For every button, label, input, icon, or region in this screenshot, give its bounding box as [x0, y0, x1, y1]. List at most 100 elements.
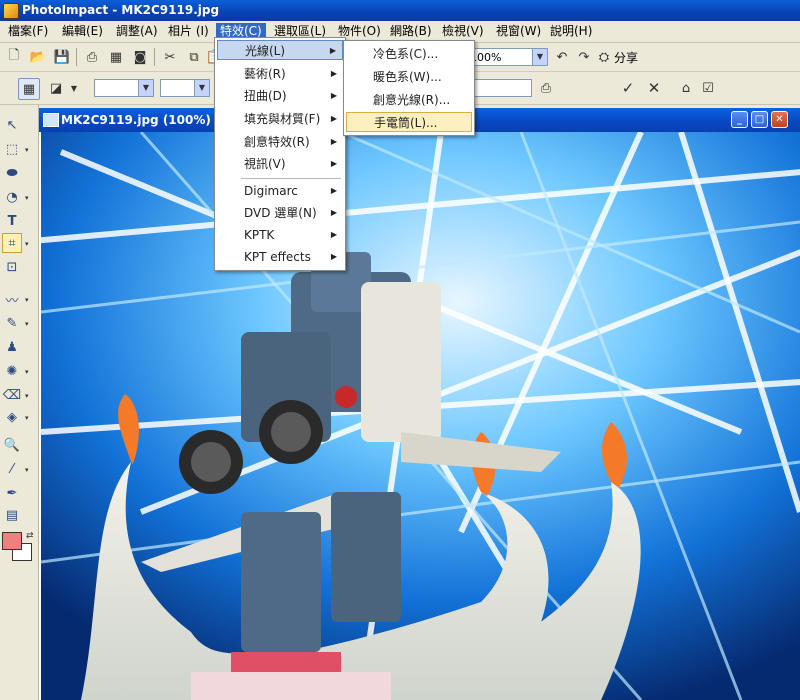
save-icon[interactable]: 💾 — [52, 47, 72, 67]
print-icon[interactable]: ⎙ — [536, 78, 556, 98]
copy-icon[interactable]: ⧉ — [184, 47, 204, 67]
mode-select[interactable] — [466, 79, 532, 97]
menu-item-kpt-effects[interactable]: KPT effects ▶ — [217, 247, 343, 267]
menu-web[interactable]: 網路(B) — [386, 23, 436, 40]
cut-icon[interactable]: ✂ — [160, 47, 180, 67]
menu-adjust[interactable]: 調整(A) — [112, 23, 162, 40]
submenu-item-warm[interactable]: 暖色系(W)... — [346, 67, 472, 87]
chevron-down-icon[interactable]: ▾ — [25, 414, 31, 422]
brush-icon[interactable]: ✎ — [2, 313, 22, 333]
share-icon[interactable]: ⛭ — [594, 47, 614, 67]
menu-help[interactable]: 說明(H) — [546, 23, 596, 40]
eyedropper-icon[interactable]: ⁄ — [2, 459, 22, 479]
close-button[interactable]: ✕ — [771, 111, 788, 128]
scan-icon[interactable]: ⎙ — [82, 47, 102, 67]
lighting-submenu: 冷色系(C)... 暖色系(W)... 創意光線(R)... 手電筒(L)... — [343, 40, 475, 136]
toolbar-separator — [76, 48, 77, 66]
foreground-color-swatch[interactable] — [2, 532, 22, 550]
grid-icon[interactable]: ▦ — [106, 47, 126, 67]
lighting-icon[interactable]: 〰 — [2, 289, 22, 309]
object-icon[interactable]: ▤ — [2, 505, 22, 525]
menu-item-digimarc[interactable]: Digimarc ▶ — [217, 181, 343, 201]
stepper-icon[interactable]: ▼ — [194, 80, 209, 96]
adjust-icon[interactable]: ⌂ — [676, 78, 696, 98]
menu-item-fill-texture[interactable]: 填充與材質(F) ▶ — [217, 109, 343, 129]
menu-item-label: 視訊(V) — [244, 157, 286, 171]
new-file-icon[interactable]: 🗋 — [4, 47, 24, 67]
menu-photo[interactable]: 相片 (I) — [164, 23, 213, 40]
width-input[interactable]: ▼ — [94, 79, 154, 97]
height-input[interactable]: ▼ — [160, 79, 210, 97]
tool-panel: ↖ ⬚ ▾ ⬬ ◔ ▾ T ⌗ ▾ ⊡ 〰 ▾ ✎ ▾ ♟ ✺ ▾ ⌫ ▾ ◈ … — [0, 105, 39, 700]
menu-file[interactable]: 檔案(F) — [4, 23, 52, 40]
toolbar-separator — [154, 48, 155, 66]
chevron-down-icon[interactable]: ▼ — [64, 78, 84, 98]
text-icon[interactable]: T — [2, 211, 22, 231]
crop-icon[interactable]: ⌗ — [2, 233, 22, 253]
app-icon[interactable] — [3, 3, 19, 19]
menu-item-label: KPT effects — [244, 250, 311, 264]
transform-icon[interactable]: ⊡ — [2, 257, 22, 277]
fill-icon[interactable]: ◈ — [2, 407, 22, 427]
chevron-down-icon[interactable]: ▾ — [25, 466, 31, 474]
zoom-icon[interactable]: 🔍 — [2, 435, 22, 455]
menu-item-lighting[interactable]: 光線(L) ▶ — [217, 40, 343, 60]
minimize-button[interactable]: _ — [731, 111, 748, 128]
menu-item-video[interactable]: 視訊(V) ▶ — [217, 154, 343, 174]
path-icon[interactable]: ◔ — [2, 187, 22, 207]
menu-view[interactable]: 檢視(V) — [438, 23, 488, 40]
chevron-down-icon[interactable]: ▾ — [25, 296, 31, 304]
share-button[interactable]: 分享 — [614, 49, 638, 66]
menu-window[interactable]: 視窗(W) — [492, 23, 545, 40]
document-window: MK2C9119.jpg (100%) 800x _ □ ✕ — [39, 108, 800, 700]
lasso-icon[interactable]: ⬚ — [2, 139, 22, 159]
menu-item-creative[interactable]: 創意特效(R) ▶ — [217, 132, 343, 152]
retouch-icon[interactable]: ✺ — [2, 361, 22, 381]
eraser-icon[interactable]: ⌫ — [2, 385, 22, 405]
image-canvas[interactable] — [41, 132, 800, 700]
submenu-item-cool[interactable]: 冷色系(C)... — [346, 44, 472, 64]
cancel-icon[interactable]: ✕ — [644, 78, 664, 98]
open-folder-icon[interactable]: 📂 — [28, 47, 48, 67]
chevron-right-icon: ▶ — [330, 114, 337, 123]
menu-item-dvd-menu[interactable]: DVD 選單(N) ▶ — [217, 203, 343, 223]
stamp-icon[interactable]: ♟ — [2, 337, 22, 357]
chevron-right-icon: ▶ — [330, 159, 337, 168]
chevron-down-icon[interactable]: ▾ — [25, 368, 31, 376]
ok-icon[interactable]: ✓ — [618, 78, 638, 98]
arrow-select-icon[interactable]: ↖ — [2, 115, 22, 135]
redo-icon[interactable]: ↷ — [574, 47, 594, 67]
menu-item-label: KPTK — [244, 228, 275, 242]
shape-mode-icon[interactable]: ◪ — [46, 78, 66, 98]
menu-edit[interactable]: 編輯(E) — [58, 23, 107, 40]
menu-item-kptk[interactable]: KPTK ▶ — [217, 225, 343, 245]
chevron-right-icon: ▶ — [330, 91, 337, 100]
pen-icon[interactable]: ✒ — [2, 483, 22, 503]
menu-item-label: 藝術(R) — [244, 67, 286, 81]
stepper-icon[interactable]: ▼ — [138, 80, 153, 96]
menu-item-distort[interactable]: 扭曲(D) ▶ — [217, 86, 343, 106]
maximize-button[interactable]: □ — [751, 111, 768, 128]
shape-icon[interactable]: ⬬ — [2, 163, 22, 183]
checkbox-icon[interactable]: ☑ — [698, 78, 718, 98]
menu-item-artistic[interactable]: 藝術(R) ▶ — [217, 64, 343, 84]
submenu-item-creative-light[interactable]: 創意光線(R)... — [346, 90, 472, 110]
camera-icon[interactable]: ◙ — [130, 47, 150, 67]
zoom-combo[interactable]: 100% ▼ — [466, 48, 548, 66]
chevron-right-icon: ▶ — [330, 230, 337, 239]
chevron-down-icon[interactable]: ▾ — [25, 146, 31, 154]
undo-icon[interactable]: ↶ — [552, 47, 572, 67]
swap-colors-icon[interactable]: ⇄ — [26, 531, 34, 541]
document-icon[interactable] — [43, 113, 59, 127]
chevron-down-icon[interactable]: ▾ — [25, 194, 31, 202]
chevron-down-icon[interactable]: ▼ — [532, 49, 547, 65]
menu-item-label: 光線(L) — [245, 44, 286, 58]
grid-mode-icon[interactable]: ▦ — [18, 78, 40, 100]
submenu-item-flashlight[interactable]: 手電筒(L)... — [346, 112, 472, 132]
menu-item-label: Digimarc — [244, 184, 298, 198]
chevron-down-icon[interactable]: ▾ — [25, 240, 31, 248]
photo-image — [41, 132, 800, 700]
chevron-right-icon: ▶ — [329, 46, 336, 55]
chevron-down-icon[interactable]: ▾ — [25, 392, 31, 400]
chevron-down-icon[interactable]: ▾ — [25, 320, 31, 328]
